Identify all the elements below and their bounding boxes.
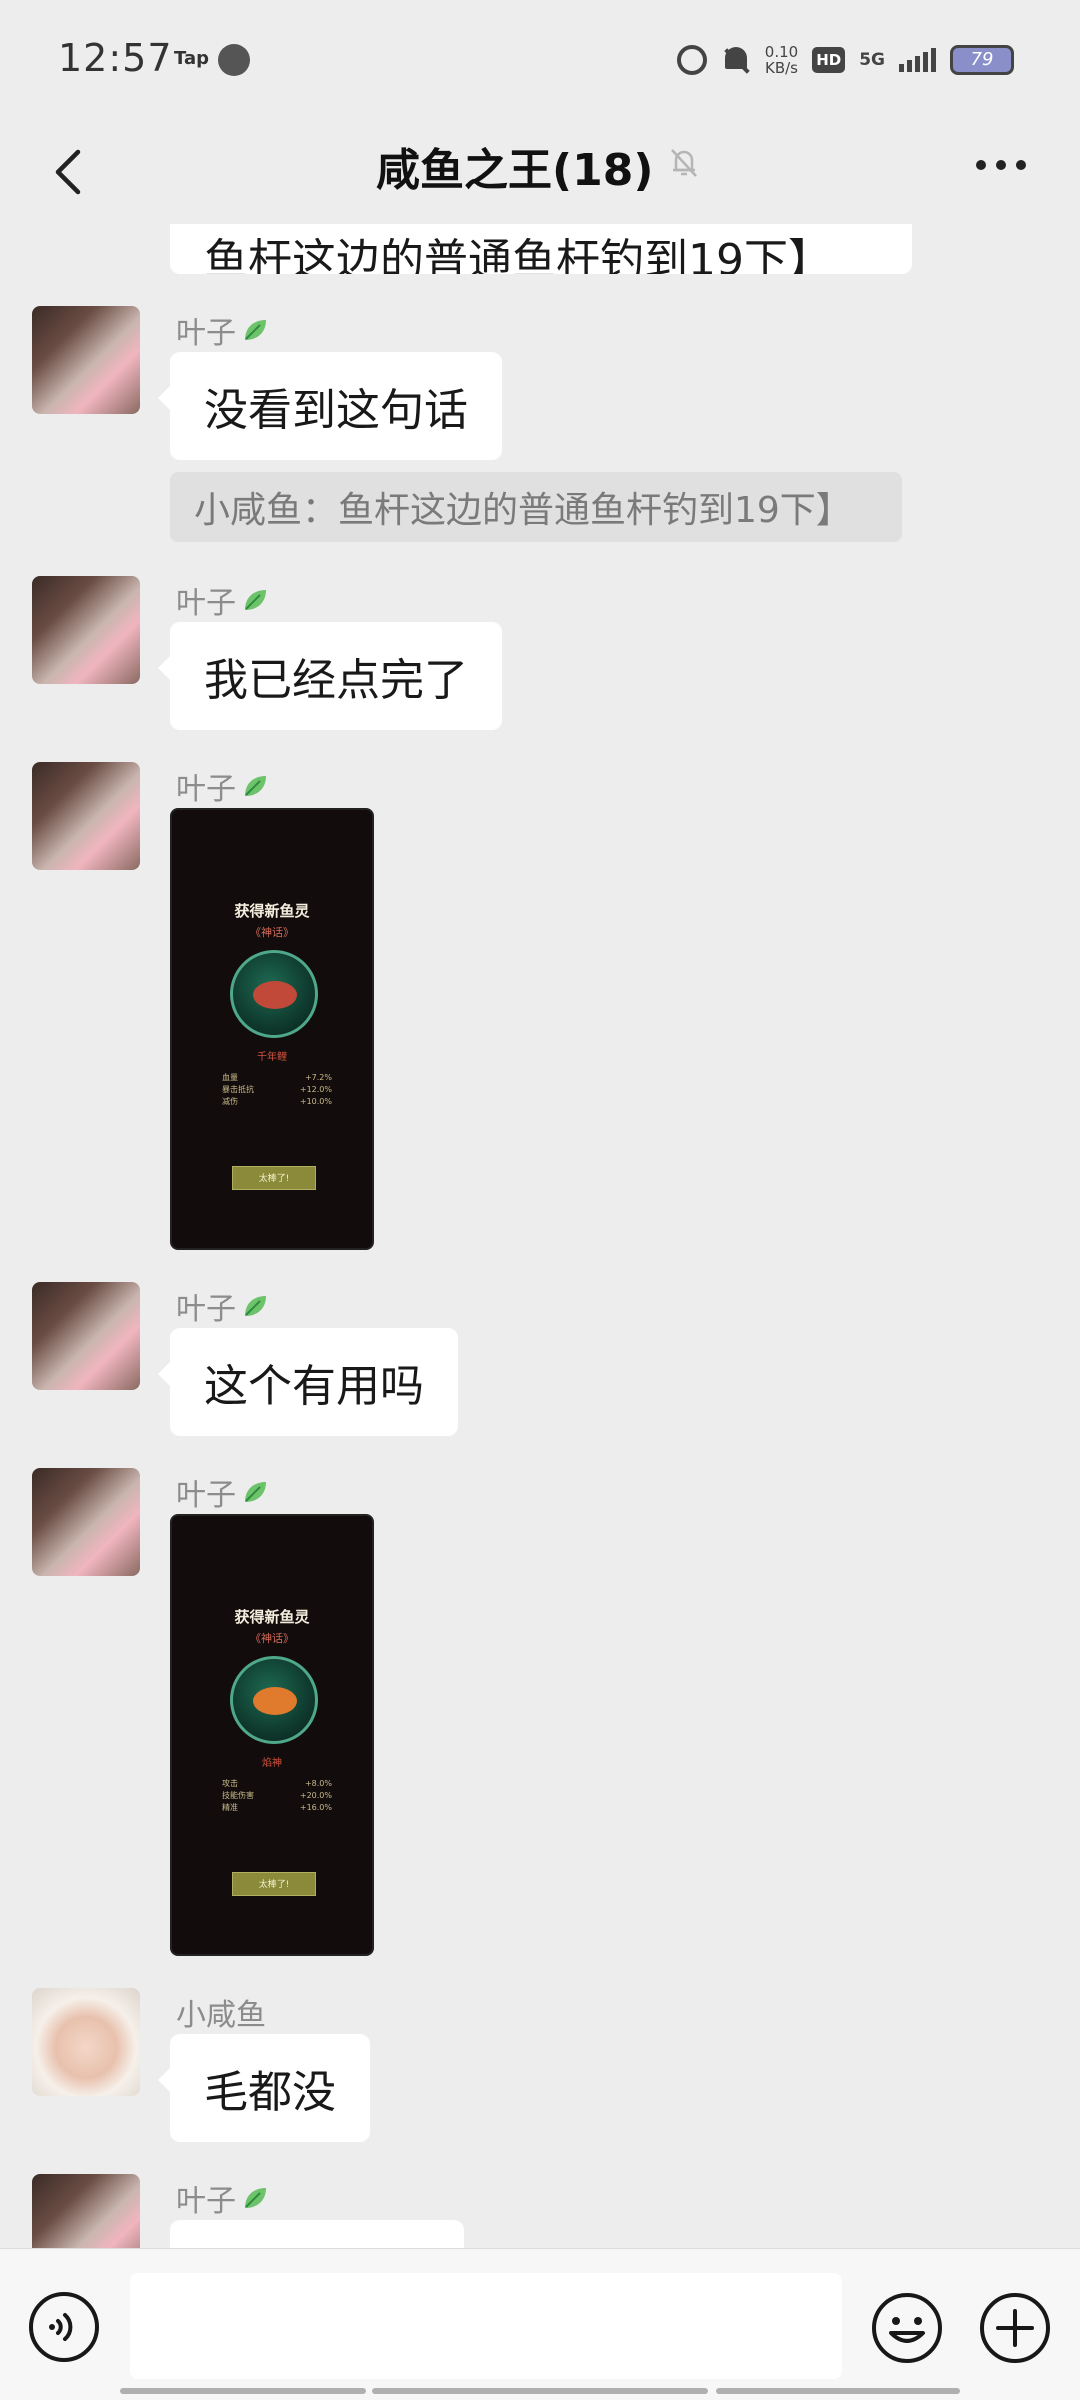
image-subtitle: 《神话》 bbox=[250, 926, 294, 939]
sender-name: 小咸鱼 bbox=[176, 1998, 266, 2033]
leaf-icon bbox=[245, 2188, 266, 2208]
message-bubble[interactable]: 没看到这句话 bbox=[158, 352, 502, 460]
message-bubble[interactable]: 鱼杆这边的普通鱼杆钓到19下】 bbox=[170, 224, 912, 274]
fish-stats: 攻击 +8.0% 技能伤害 +20.0% 精准 +16.0% bbox=[222, 1779, 332, 1812]
silent-mode-icon bbox=[721, 45, 751, 75]
chat-header: 咸鱼之王(18) bbox=[0, 120, 1080, 224]
message-text: 没看到这句话 bbox=[204, 385, 468, 436]
tap-app-icon: Tap bbox=[174, 48, 209, 69]
avatar[interactable] bbox=[32, 576, 140, 684]
speed-unit: KB/s bbox=[764, 59, 798, 77]
message-text: 毛都没 bbox=[204, 2067, 336, 2118]
quote-text: 小咸鱼：鱼杆这边的普通鱼杆钓到19下】 bbox=[194, 490, 852, 531]
notification-app-icon bbox=[218, 44, 250, 76]
message-bubble[interactable]: 毛都没 bbox=[158, 2034, 370, 2142]
avatar[interactable] bbox=[32, 306, 140, 414]
status-icons: 0.10 KB/s HD 5G 79 bbox=[676, 40, 1014, 80]
scroll-indicator bbox=[120, 2388, 366, 2394]
message-text: 鱼杆这边的普通鱼杆钓到19下】 bbox=[204, 235, 832, 274]
leaf-icon bbox=[245, 590, 266, 610]
avatar[interactable] bbox=[32, 762, 140, 870]
leaf-icon bbox=[245, 776, 266, 796]
avatar[interactable] bbox=[32, 1282, 140, 1390]
avatar[interactable] bbox=[32, 1468, 140, 1576]
hd-voice-icon: HD bbox=[812, 47, 846, 73]
chat-title: 咸鱼之王(18) bbox=[376, 145, 654, 196]
fish-name: 千年鲤 bbox=[257, 1052, 287, 1063]
status-bar: 12:57 Tap 0.10 KB/s HD 5G 79 bbox=[0, 0, 1080, 120]
avatar[interactable] bbox=[32, 2174, 140, 2248]
quoted-message[interactable]: 小咸鱼：鱼杆这边的普通鱼杆钓到19下】 bbox=[170, 472, 902, 542]
message-bubble[interactable] bbox=[170, 2220, 464, 2248]
status-time: 12:57 bbox=[58, 36, 173, 80]
message-bubble[interactable]: 我已经点完了 bbox=[158, 622, 502, 730]
message-input[interactable] bbox=[130, 2273, 842, 2379]
network-speed: 0.10 KB/s bbox=[765, 44, 798, 76]
scroll-indicator bbox=[372, 2388, 708, 2394]
image-title: 获得新鱼灵 bbox=[234, 902, 310, 920]
image-confirm-button: 太棒了! bbox=[232, 1872, 316, 1896]
input-bar bbox=[0, 2248, 1080, 2400]
sender-name: 叶子 bbox=[176, 764, 270, 808]
fish-name: 焰神 bbox=[262, 1758, 282, 1769]
image-title: 获得新鱼灵 bbox=[234, 1608, 310, 1626]
scroll-indicator bbox=[716, 2388, 960, 2394]
back-arrow-icon[interactable] bbox=[40, 142, 100, 202]
image-confirm-button: 太棒了! bbox=[232, 1166, 316, 1190]
leaf-icon bbox=[245, 1482, 266, 1502]
fish-icon bbox=[253, 981, 297, 1009]
fish-icon bbox=[253, 1687, 297, 1715]
avatar[interactable] bbox=[32, 1988, 140, 2096]
fish-orb-icon bbox=[230, 950, 318, 1038]
image-message[interactable]: 获得新鱼灵 《神话》 焰神 攻击 +8.0% 技能伤害 +20.0% 精准 +16.0… bbox=[170, 1514, 374, 1956]
fish-stats: 血量 +7.2% 暴击抵抗 +12.0% 减伤 +10.0% bbox=[222, 1073, 332, 1106]
fish-orb-icon bbox=[230, 1656, 318, 1744]
sender-name: 叶子 bbox=[176, 1284, 270, 1328]
emoji-icon[interactable] bbox=[870, 2291, 944, 2365]
leaf-icon bbox=[245, 1296, 266, 1316]
voice-icon[interactable] bbox=[28, 2291, 100, 2363]
message-list[interactable]: 鱼杆这边的普通鱼杆钓到19下】 叶子 没看到这句话 小咸鱼：鱼杆这边的普通鱼杆钓… bbox=[0, 224, 1080, 2248]
signal-icon bbox=[899, 48, 936, 72]
message-bubble[interactable]: 这个有用吗 bbox=[158, 1328, 458, 1436]
leaf-icon bbox=[245, 320, 266, 340]
bell-off-icon bbox=[671, 149, 697, 177]
network-type: 5G bbox=[859, 50, 885, 70]
sender-name: 叶子 bbox=[176, 2176, 270, 2220]
battery-icon: 79 bbox=[950, 45, 1014, 75]
image-message[interactable]: 获得新鱼灵 《神话》 千年鲤 血量 +7.2% 暴击抵抗 +12.0% 减伤 +10.… bbox=[170, 808, 374, 1250]
more-dots-icon[interactable] bbox=[976, 160, 1026, 170]
sender-name: 叶子 bbox=[176, 308, 270, 352]
plus-icon[interactable] bbox=[978, 2291, 1052, 2365]
sender-name: 叶子 bbox=[176, 578, 270, 622]
image-subtitle: 《神话》 bbox=[250, 1632, 294, 1645]
message-text: 我已经点完了 bbox=[204, 655, 468, 706]
sender-name: 叶子 bbox=[176, 1470, 270, 1514]
message-text: 这个有用吗 bbox=[204, 1361, 424, 1412]
alarm-icon bbox=[676, 45, 707, 75]
